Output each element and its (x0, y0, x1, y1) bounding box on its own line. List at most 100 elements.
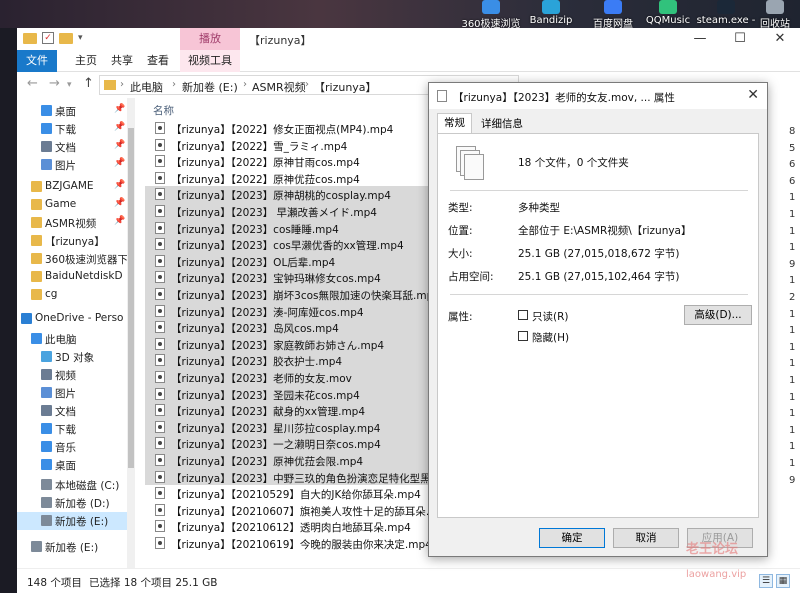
sidebar-item[interactable]: 360极速浏览器下 (17, 250, 127, 268)
folder-icon[interactable] (23, 32, 37, 44)
sidebar-item[interactable]: 3D 对象 (17, 348, 127, 366)
file-row[interactable]: 【rizunya】【2022】雪_ラミィ.mp4 (145, 137, 445, 154)
file-row[interactable]: 【rizunya】【2023】崩坏3cos無限加速の快楽耳舐.mp4 (145, 286, 445, 303)
file-row[interactable]: 【rizunya】【2023】cos睡睡.mp4 (145, 219, 445, 237)
tab-video-tools[interactable]: 视频工具 (180, 50, 240, 72)
video-file-icon (155, 188, 165, 201)
file-row[interactable]: 【rizunya】【2023】宝钟玛琳修女cos.mp4 (145, 269, 445, 286)
size-digit: 1 (789, 225, 796, 237)
tab-general[interactable]: 常规 (437, 113, 472, 133)
sidebar-item-label: 视频 (55, 370, 76, 382)
sidebar-item[interactable]: 下载 📌 (17, 120, 127, 138)
breadcrumb-drive-e[interactable]: 新加卷 (E:) (182, 79, 238, 95)
desktop-icon-bandizip[interactable]: Bandizip (516, 0, 586, 26)
cloud-icon (604, 0, 622, 14)
sidebar-item[interactable]: cg (17, 286, 127, 304)
sidebar-item[interactable]: 桌面 (17, 456, 127, 474)
properties-check-icon[interactable]: ✓ (42, 32, 54, 44)
hidden-checkbox[interactable] (518, 331, 528, 341)
readonly-checkbox[interactable] (518, 310, 528, 320)
sidebar-item[interactable]: 文档 (17, 402, 127, 420)
desktop-icon-recycle-bin[interactable]: 回收站 (750, 0, 800, 30)
readonly-label[interactable]: 只读(R) (532, 309, 569, 324)
sidebar-item-icon (31, 235, 42, 246)
sidebar-item[interactable]: 本地磁盘 (C:) (17, 476, 127, 494)
tab-home[interactable]: 主页 (69, 50, 103, 72)
file-row[interactable]: 【rizunya】【2023】中野三玖的角色扮演恋足特化型黑丝舔耳. (145, 468, 445, 486)
sidebar-item[interactable]: 音乐 (17, 438, 127, 456)
tab-share[interactable]: 共享 (105, 50, 139, 72)
breadcrumb-this-pc[interactable]: 此电脑 (130, 79, 163, 95)
file-name: 【rizunya】【2023】一之濑明日奈cos.mp4 (171, 439, 381, 452)
file-row[interactable]: 【rizunya】【20210607】旗袍美人攻性十足的舔耳朵.mp4 (145, 502, 445, 519)
folder-icon (104, 80, 116, 90)
sidebar-item[interactable]: BaiduNetdiskD (17, 268, 127, 286)
details-view-icon[interactable]: ☰ (759, 574, 773, 588)
file-row[interactable]: 【rizunya】【20210619】今晚的服装由你来决定.mp4 (145, 535, 445, 552)
sidebar-item[interactable]: 此电脑 (17, 330, 127, 348)
large-icons-view-icon[interactable]: ▦ (776, 574, 790, 588)
file-row[interactable]: 【rizunya】【20210529】自大的JK给你舔耳朵.mp4 (145, 485, 445, 502)
forward-arrow-icon[interactable]: → (49, 76, 60, 91)
file-row[interactable]: 【rizunya】【2023】献身的xx管理.mp4 (145, 402, 445, 419)
recent-locations-chevron-icon[interactable]: ▾ (67, 80, 72, 90)
file-row[interactable]: 【rizunya】【2023】OL后辈.mp4 (145, 252, 445, 270)
file-row[interactable]: 【rizunya】【2023】一之濑明日奈cos.mp4 (145, 435, 445, 452)
sidebar-item[interactable]: OneDrive - Perso (17, 310, 127, 328)
dialog-close-button[interactable]: ✕ (747, 87, 759, 103)
file-row[interactable]: 【rizunya】【2023】岛风cos.mp4 (145, 319, 445, 336)
file-row[interactable]: 【rizunya】【2023】星川莎拉cosplay.mp4 (145, 418, 445, 436)
customize-toolbar-chevron-icon[interactable]: ▾ (78, 33, 83, 43)
file-row[interactable]: 【rizunya】【2023】原神胡桃的cosplay.mp4 (145, 186, 445, 203)
dialog-titlebar[interactable]: 【rizunya】【2023】老师的女友.mov, ... 属性 ✕ (429, 83, 767, 109)
file-row[interactable]: 【rizunya】【2023】圣园未花cos.mp4 (145, 385, 445, 403)
sidebar-item[interactable]: Game 📌 (17, 196, 127, 214)
up-arrow-icon[interactable]: ↑ (83, 76, 94, 91)
file-row[interactable]: 【rizunya】【2023】cos早濑优香的xx管理.mp4 (145, 236, 445, 253)
sidebar-item[interactable]: 图片 📌 (17, 156, 127, 174)
sidebar-item[interactable]: 图片 (17, 384, 127, 402)
close-button[interactable]: ✕ (760, 28, 800, 50)
sidebar-item-label: 【rizunya】 (45, 236, 105, 248)
back-arrow-icon[interactable]: ← (27, 76, 38, 91)
ok-button[interactable]: 确定 (539, 528, 605, 548)
scrollbar-thumb[interactable] (128, 128, 134, 468)
sidebar-item-icon (31, 289, 42, 300)
file-row[interactable]: 【rizunya】【2022】原神甘雨cos.mp4 (145, 153, 445, 170)
sidebar-item[interactable]: BZJGAME 📌 (17, 178, 127, 196)
file-row[interactable]: 【rizunya】【2022】原神优菈cos.mp4 (145, 170, 445, 187)
file-row[interactable]: 【rizunya】【20210612】透明肉白地舔耳朵.mp4 (145, 518, 445, 535)
file-row[interactable]: 【rizunya】【2023】原神优菈会限.mp4 (145, 452, 445, 469)
file-row[interactable]: 【rizunya】【2023】老师的女友.mov (145, 369, 445, 386)
file-row[interactable]: 【rizunya】【2023】胶衣护士.mp4 (145, 352, 445, 369)
minimize-button[interactable]: — (680, 28, 720, 50)
sidebar-item[interactable]: 新加卷 (E:) (17, 512, 127, 530)
sidebar-item[interactable]: 下载 (17, 420, 127, 438)
tab-view[interactable]: 查看 (141, 50, 175, 72)
breadcrumb-current-folder[interactable]: 【rizunya】 (314, 79, 377, 95)
advanced-button[interactable]: 高级(D)... (684, 305, 752, 325)
navigation-pane-scrollbar[interactable] (127, 98, 135, 568)
new-folder-icon[interactable] (59, 32, 73, 44)
sidebar-item[interactable]: 新加卷 (E:) (17, 538, 127, 556)
sidebar-item[interactable]: 桌面 📌 (17, 102, 127, 120)
tab-details[interactable]: 详细信息 (475, 115, 529, 133)
sidebar-item[interactable]: 【rizunya】 (17, 232, 127, 250)
maximize-button[interactable]: ☐ (720, 28, 760, 50)
file-row[interactable]: 【rizunya】【2023】湊-阿库娅cos.mp4 (145, 302, 445, 320)
sidebar-item[interactable]: ASMR视频 📌 (17, 214, 127, 232)
cancel-button[interactable]: 取消 (613, 528, 679, 548)
explorer-titlebar[interactable]: ✓ ▾ 播放 【rizunya】 — ☐ ✕ (17, 28, 800, 50)
column-header-name[interactable]: 名称 (153, 103, 174, 118)
hidden-label[interactable]: 隐藏(H) (532, 330, 569, 345)
file-row[interactable]: 【rizunya】【2022】修女正面视点(MP4).mp4 (145, 120, 445, 137)
sidebar-item[interactable]: 新加卷 (D:) (17, 494, 127, 512)
file-row[interactable]: 【rizunya】【2023】家庭教師お姉さん.mp4 (145, 335, 445, 353)
sidebar-item[interactable]: 文档 📌 (17, 138, 127, 156)
sidebar-item[interactable]: 视频 (17, 366, 127, 384)
tab-file[interactable]: 文件 (17, 50, 57, 72)
selection-summary: 已选择 18 个项目 25.1 GB (89, 577, 218, 589)
breadcrumb-asmr-folder[interactable]: ASMR视频 (252, 79, 306, 95)
video-file-icon (155, 387, 165, 400)
file-row[interactable]: 【rizunya】【2023】 早瀬改善メイド.mp4 (145, 203, 445, 220)
